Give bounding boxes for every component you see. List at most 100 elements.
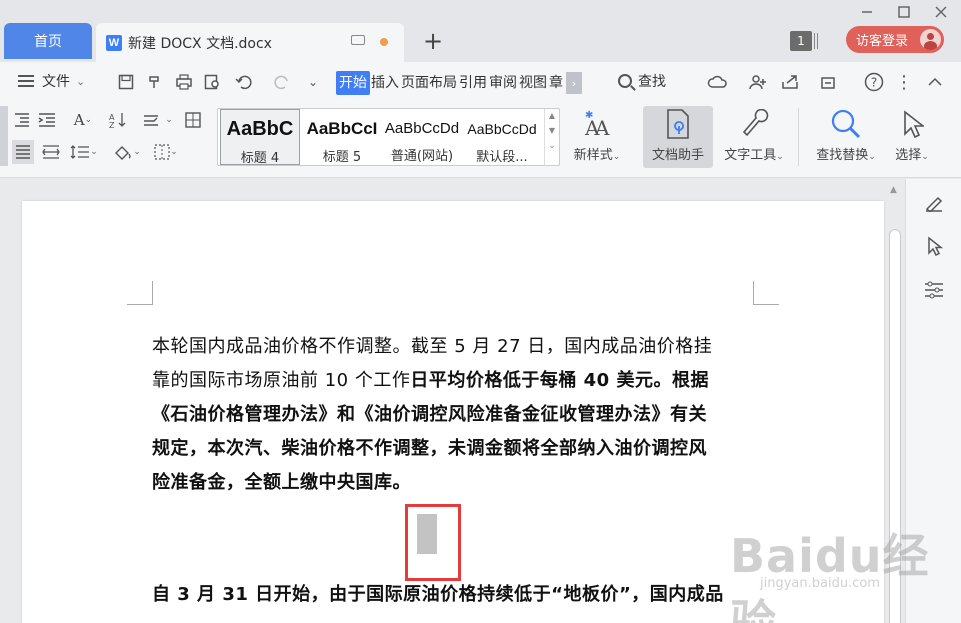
customize-toolbar-icon[interactable]: ⌄	[302, 71, 324, 93]
ribbon-divider	[798, 108, 799, 166]
format-painter-icon[interactable]	[144, 71, 166, 93]
select-label: 选择	[895, 148, 922, 163]
style-name: 标题 4	[240, 151, 280, 166]
text-line: 规定，本次汽、柴油价格不作调整，未调金额将全部纳入油价调控风	[152, 438, 707, 459]
change-case-icon[interactable]: A ⌄	[67, 111, 99, 129]
chevron-up-icon[interactable]: ▲	[545, 111, 559, 120]
style-sample: AaBbCcDd	[384, 120, 460, 137]
styles-scroll[interactable]: ▲ ▼ ⌄	[544, 109, 559, 165]
expand-icon[interactable]: ⌄	[545, 141, 559, 151]
file-menu-label: 文件	[42, 74, 70, 90]
collapse-ribbon-icon[interactable]	[923, 71, 947, 93]
text-normal: 靠的国际市场原油前 10 个工作	[152, 370, 411, 391]
title-bar: 首页 W 新建 DOCX 文档.docx + 1 访客登录	[0, 0, 961, 62]
borders-icon[interactable]: ⌄	[149, 143, 183, 161]
undo-icon[interactable]	[233, 71, 255, 93]
text-tools-button[interactable]: 文字工具⌄	[717, 106, 791, 168]
paragraph-2[interactable]: 自 3 月 31 日开始，由于国际原油价格持续低于“地板价”，国内成品	[152, 578, 756, 612]
style-sample: AaBbC	[226, 118, 294, 140]
cursor-arrow-icon	[888, 108, 936, 140]
style-heading-4[interactable]: AaBbC 标题 4	[220, 109, 300, 166]
justify-align-icon[interactable]	[12, 140, 34, 164]
tab-reference[interactable]: 引用	[458, 71, 488, 95]
tab-view[interactable]: 视图	[518, 71, 548, 95]
ribbon-scroll-left[interactable]	[0, 106, 8, 166]
search-icon	[618, 74, 632, 88]
new-style-label: 新样式	[573, 148, 613, 163]
text-line: 自 3 月 31 日开始，由于国际原油价格持续低于“地板价”，国内成品	[152, 584, 724, 605]
document-helper-button[interactable]: 文档助手	[643, 106, 713, 168]
svg-text:?: ?	[871, 76, 877, 90]
text-line: 险准备金，全额上缴中央国库。	[152, 472, 411, 493]
style-name: 默认段...	[476, 150, 528, 165]
baidu-watermark: Baidu经验 jingyan.baidu.com	[730, 520, 961, 623]
maximize-icon[interactable]	[894, 2, 914, 22]
tab-document[interactable]: W 新建 DOCX 文档.docx	[96, 23, 404, 62]
svg-text:Z: Z	[109, 121, 115, 128]
guest-login-button[interactable]: 访客登录	[846, 26, 944, 53]
select-button[interactable]: 选择⌄	[888, 106, 936, 168]
document-helper-label: 文档助手	[651, 148, 704, 163]
minimize-icon[interactable]	[857, 2, 877, 22]
cloud-sync-icon[interactable]	[706, 71, 730, 93]
shading-icon[interactable]: ⌄	[110, 143, 144, 161]
style-heading-5[interactable]: AaBbCcI 标题 5	[302, 109, 382, 165]
writer-icon: W	[106, 34, 122, 51]
decrease-indent-icon[interactable]	[12, 111, 32, 129]
avatar	[920, 29, 941, 50]
monitor-icon[interactable]	[351, 35, 365, 45]
tab-home[interactable]: 首页	[4, 23, 92, 59]
find-replace-button[interactable]: 查找替换⌄	[806, 106, 886, 168]
tab-page-layout[interactable]: 页面布局	[400, 71, 458, 95]
margin-mark-left	[127, 281, 153, 305]
svg-text:✱: ✱	[585, 110, 593, 121]
help-icon[interactable]: ?	[862, 71, 886, 93]
print-icon[interactable]	[173, 71, 195, 93]
print-preview-icon[interactable]	[202, 71, 224, 93]
share-user-icon[interactable]	[746, 71, 770, 93]
paragraph-1[interactable]: 本轮国内成品油价格不作调整。截至 5 月 27 日，国内成品油价格挂 靠的国际市…	[152, 330, 756, 500]
unsaved-dot-icon	[380, 38, 388, 46]
window-list-icon[interactable]	[814, 33, 818, 49]
cursor-icon[interactable]	[923, 235, 945, 257]
sort-icon[interactable]: AZ	[108, 111, 128, 129]
settings-sliders-icon[interactable]	[923, 279, 945, 301]
text-line: 靠的国际市场原油前 10 个工作日平均价格低于每桶 40 美元。根据	[152, 364, 756, 398]
chevron-right-icon[interactable]: ›	[566, 72, 582, 94]
guest-login-label: 访客登录	[856, 34, 909, 49]
tab-start[interactable]: 开始	[336, 71, 370, 95]
watermark-logo-text: Baidu经验	[730, 529, 930, 623]
increase-indent-icon[interactable]	[37, 111, 57, 129]
toolbox-icon[interactable]	[818, 71, 842, 93]
pen-icon[interactable]	[923, 191, 945, 213]
more-options-icon[interactable]: ⋮	[892, 71, 916, 93]
style-normal-web[interactable]: AaBbCcDd 普通(网站)	[382, 109, 462, 165]
save-icon[interactable]	[115, 71, 137, 93]
tab-chapter[interactable]: 章	[548, 71, 564, 95]
find-replace-icon	[806, 108, 886, 140]
search-command[interactable]: 查找	[618, 71, 666, 91]
file-menu[interactable]: 文件 ⌄	[18, 71, 85, 91]
tab-review[interactable]: 审阅	[488, 71, 518, 95]
line-break-icon[interactable]: ⌄	[142, 111, 174, 129]
table-border-icon[interactable]	[183, 111, 203, 129]
chevron-down-icon[interactable]: ▼	[545, 126, 559, 135]
hamburger-icon	[18, 75, 34, 87]
find-replace-label: 查找替换	[816, 148, 869, 163]
tab-insert[interactable]: 插入	[370, 71, 400, 95]
line-spacing-icon[interactable]: ⌄	[68, 143, 100, 161]
distributed-align-icon[interactable]	[41, 143, 61, 161]
document-helper-icon	[643, 108, 713, 140]
scroll-up-icon[interactable]: ▲	[890, 185, 897, 195]
new-tab-button[interactable]: +	[420, 28, 446, 54]
wrench-icon	[717, 108, 791, 140]
new-style-button[interactable]: A A ✱ 新样式⌄	[566, 106, 628, 168]
style-name: 普通(网站)	[390, 149, 454, 164]
window-count-badge[interactable]: 1	[790, 31, 812, 51]
svg-text:A: A	[594, 116, 610, 139]
style-default-paragraph[interactable]: AaBbCcDd 默认段...	[462, 109, 542, 165]
redo-icon[interactable]	[271, 71, 293, 93]
document-tab-title: 新建 DOCX 文档.docx	[128, 35, 272, 52]
close-icon[interactable]	[931, 2, 951, 22]
export-icon[interactable]	[778, 71, 802, 93]
